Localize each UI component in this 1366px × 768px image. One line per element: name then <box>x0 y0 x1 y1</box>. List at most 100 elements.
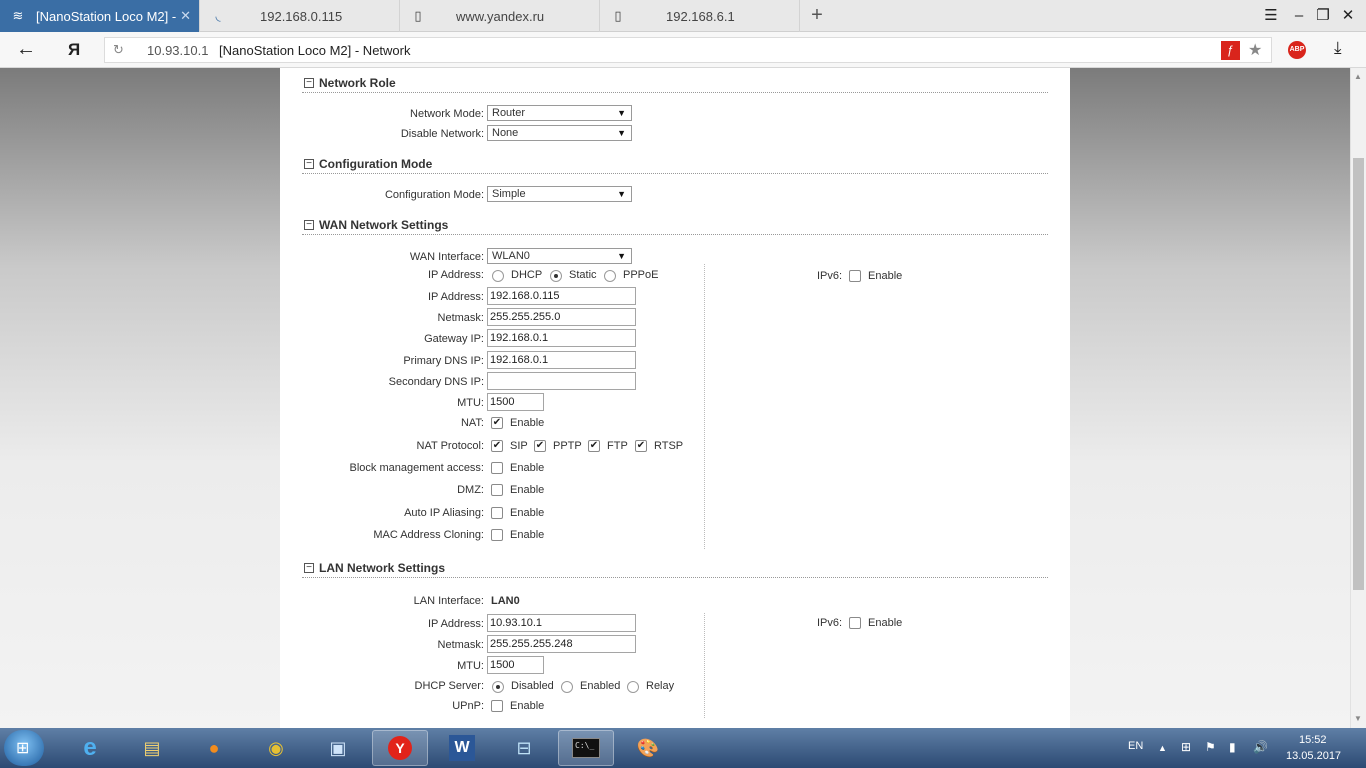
nat-sip-label: SIP <box>510 440 528 452</box>
radio-dhcp[interactable] <box>492 270 504 282</box>
dhcp-server-label: DHCP Server: <box>414 680 484 692</box>
yandex-label: Y <box>388 736 412 760</box>
enable-label: Enable <box>510 700 545 712</box>
nat-ftp-checkbox[interactable]: ✔ <box>588 440 600 452</box>
tab-yandex[interactable]: ▯ www.yandex.ru <box>400 0 600 32</box>
new-tab-button[interactable]: + <box>806 4 828 26</box>
paint-icon[interactable]: 🎨 <box>620 730 676 766</box>
nat-sip-checkbox[interactable]: ✔ <box>491 440 503 452</box>
reload-icon[interactable]: ↻ <box>113 42 124 58</box>
scroll-down-icon[interactable]: ▼ <box>1354 714 1362 723</box>
radio-dhcp-disabled[interactable] <box>492 681 504 693</box>
close-window-icon[interactable]: ✕ <box>1338 6 1358 26</box>
start-button[interactable]: ⊞ <box>4 730 44 766</box>
radio-static[interactable] <box>550 270 562 282</box>
wan-primary-dns-input[interactable]: 192.168.0.1 <box>487 351 636 369</box>
tab-nanostation[interactable]: ≋ [NanoStation Loco M2] - ✕ <box>0 0 200 32</box>
network-status-icon[interactable]: ⊞ <box>1181 740 1191 754</box>
lan-interface-label: LAN Interface: <box>413 595 484 607</box>
collapse-icon[interactable]: − <box>304 159 314 169</box>
disable-network-select[interactable]: None ▼ <box>487 125 632 141</box>
tray-expand-icon[interactable]: ▲ <box>1158 743 1167 753</box>
lan-ipv6-checkbox[interactable] <box>849 617 861 629</box>
dropdown-arrow-icon: ▼ <box>617 189 626 199</box>
yandex-logo-icon[interactable]: Я <box>68 40 80 60</box>
menu-icon[interactable]: ☰ <box>1261 6 1281 26</box>
wan-ipv6-checkbox[interactable] <box>849 270 861 282</box>
download-icon[interactable]: ⤓ <box>1334 38 1342 58</box>
section-title: WAN Network Settings <box>319 218 449 232</box>
radio-dhcp-label: DHCP <box>511 269 543 281</box>
radio-dhcp-relay[interactable] <box>627 681 639 693</box>
restore-icon[interactable]: ❐ <box>1313 6 1333 26</box>
page-scrollbar[interactable]: ▲ ▼ <box>1350 68 1366 728</box>
auto-ip-aliasing-checkbox[interactable] <box>491 507 503 519</box>
wan-secondary-dns-input[interactable] <box>487 372 636 390</box>
dmz-label: DMZ: <box>457 484 484 496</box>
collapse-icon[interactable]: − <box>304 563 314 573</box>
adblock-icon[interactable]: ABP <box>1288 41 1306 59</box>
bookmark-star-icon[interactable]: ★ <box>1248 40 1262 60</box>
word-icon[interactable]: W <box>434 730 490 766</box>
radio-pppoe-label: PPPoE <box>623 269 659 281</box>
dmz-checkbox[interactable] <box>491 484 503 496</box>
wan-secondary-dns-label: Secondary DNS IP: <box>388 376 484 388</box>
wan-interface-label: WAN Interface: <box>409 251 484 263</box>
flash-blocked-icon[interactable]: ƒ <box>1221 41 1240 60</box>
lan-ip-input[interactable]: 10.93.10.1 <box>487 614 636 632</box>
section-configuration-mode: − Configuration Mode <box>302 156 1048 174</box>
back-button[interactable]: ← <box>16 39 40 61</box>
enable-label: Enable <box>510 507 545 519</box>
mac-cloning-checkbox[interactable] <box>491 529 503 541</box>
close-icon[interactable]: ✕ <box>180 8 191 24</box>
clock-time[interactable]: 15:52 <box>1299 734 1327 746</box>
network-tool-icon[interactable]: ▣ <box>310 730 366 766</box>
action-center-flag-icon[interactable]: ⚑ <box>1205 740 1216 754</box>
wan-ip-input[interactable]: 192.168.0.115 <box>487 287 636 305</box>
wan-mtu-label: MTU: <box>457 397 484 409</box>
minimize-icon[interactable]: – <box>1289 6 1309 26</box>
network-mode-select[interactable]: Router ▼ <box>487 105 632 121</box>
wan-mtu-input[interactable]: 1500 <box>487 393 544 411</box>
block-mgmt-checkbox[interactable] <box>491 462 503 474</box>
control-panel-icon[interactable]: ⊟ <box>496 730 552 766</box>
radio-dhcp-enabled[interactable] <box>561 681 573 693</box>
firefox-icon[interactable]: ● <box>186 730 242 766</box>
wan-gateway-label: Gateway IP: <box>424 333 484 345</box>
scroll-thumb[interactable] <box>1353 158 1364 590</box>
collapse-icon[interactable]: − <box>304 220 314 230</box>
tab-192-168-6-1[interactable]: ▯ 192.168.6.1 <box>600 0 800 32</box>
nat-rtsp-checkbox[interactable]: ✔ <box>635 440 647 452</box>
cmd-icon[interactable]: C:\_ <box>558 730 614 766</box>
language-indicator[interactable]: EN <box>1128 740 1143 752</box>
chrome-icon[interactable]: ◉ <box>248 730 304 766</box>
column-divider <box>704 264 705 549</box>
url-field[interactable]: ↻ 10.93.10.1 [NanoStation Loco M2] - Net… <box>104 37 1272 63</box>
device-icon[interactable]: ▮ <box>1229 740 1236 754</box>
upnp-checkbox[interactable] <box>491 700 503 712</box>
lan-netmask-input[interactable]: 255.255.255.248 <box>487 635 636 653</box>
wan-nat-checkbox[interactable]: ✔ <box>491 417 503 429</box>
tab-label: www.yandex.ru <box>456 8 545 24</box>
scroll-up-icon[interactable]: ▲ <box>1354 72 1362 81</box>
tab-192-168-0-115[interactable]: ◟ 192.168.0.115 <box>200 0 400 32</box>
settings-panel: − Network Role Network Mode: Router ▼ Dis… <box>280 68 1070 728</box>
wan-interface-select[interactable]: WLAN0 ▼ <box>487 248 632 264</box>
ie-icon[interactable]: e <box>62 730 118 766</box>
wan-gateway-input[interactable]: 192.168.0.1 <box>487 329 636 347</box>
clock-date[interactable]: 13.05.2017 <box>1286 750 1341 762</box>
wan-netmask-input[interactable]: 255.255.255.0 <box>487 308 636 326</box>
file-explorer-icon[interactable]: ▤ <box>124 730 180 766</box>
yandex-browser-icon[interactable]: Y <box>372 730 428 766</box>
nat-pptp-checkbox[interactable]: ✔ <box>534 440 546 452</box>
dropdown-arrow-icon: ▼ <box>617 128 626 138</box>
wan-interface-value: WLAN0 <box>492 250 530 262</box>
enable-label: Enable <box>868 270 903 282</box>
lan-mtu-input[interactable]: 1500 <box>487 656 544 674</box>
radio-dhcp-enabled-label: Enabled <box>580 680 621 692</box>
volume-icon[interactable]: 🔊 <box>1253 740 1268 754</box>
dropdown-arrow-icon: ▼ <box>617 108 626 118</box>
radio-pppoe[interactable] <box>604 270 616 282</box>
configuration-mode-select[interactable]: Simple ▼ <box>487 186 632 202</box>
collapse-icon[interactable]: − <box>304 78 314 88</box>
